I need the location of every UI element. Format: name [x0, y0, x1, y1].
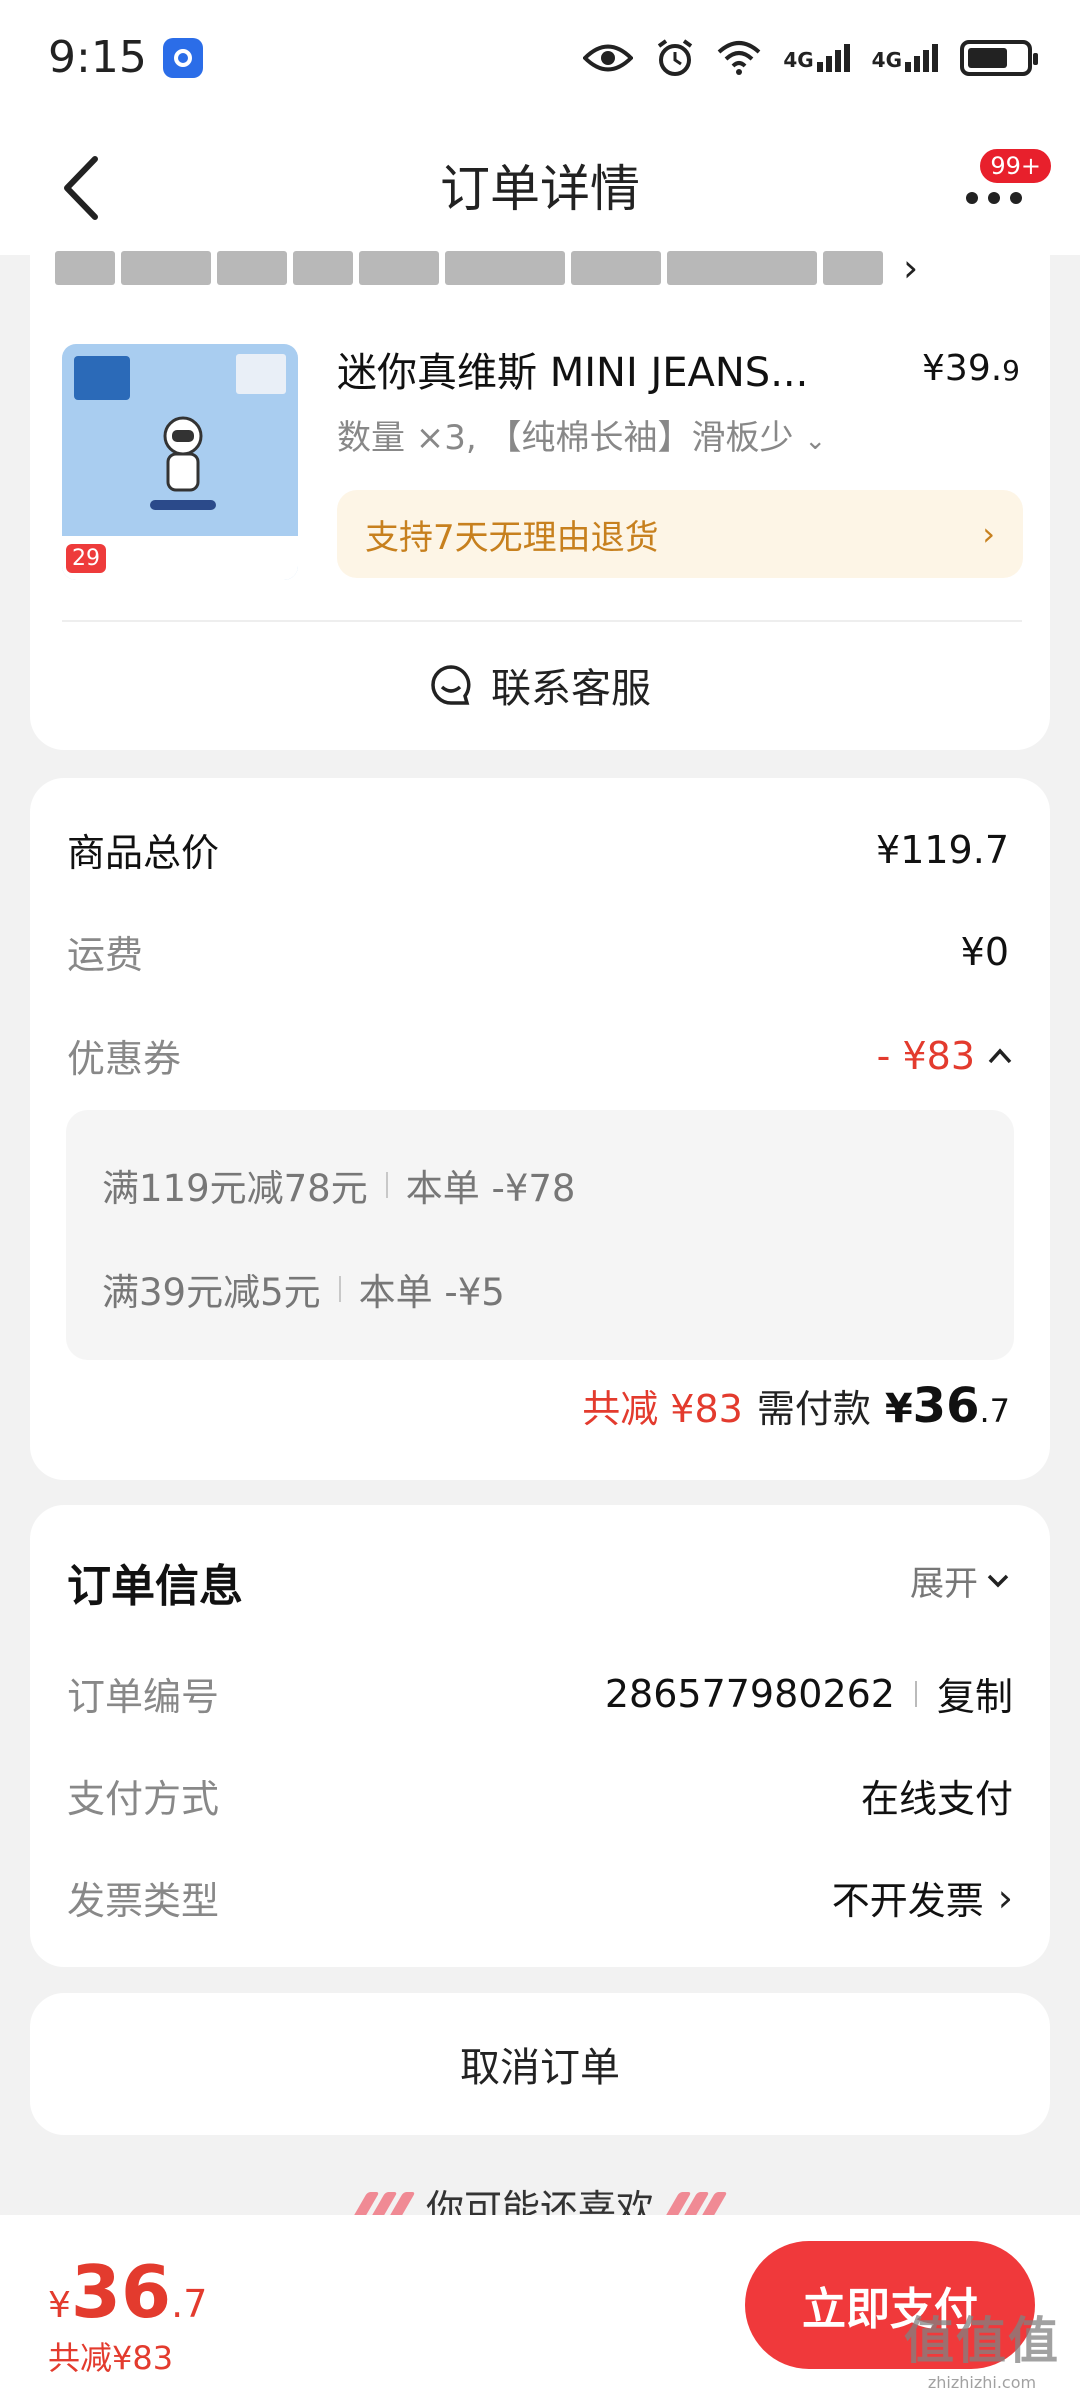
shipping-value: ¥0	[960, 929, 1009, 974]
invoice-type-row[interactable]: 发票类型 不开发票 ›	[67, 1870, 1013, 1925]
app-notification-icon	[162, 37, 203, 78]
shop-name-blurred	[55, 251, 883, 285]
invoice-type-value: 不开发票	[831, 1879, 984, 1923]
copy-button[interactable]: 复制	[937, 1666, 1013, 1721]
quality-tag	[236, 354, 286, 394]
coupon-label: 优惠券	[67, 1037, 182, 1081]
product-price: ¥39.9	[922, 348, 1020, 389]
amount-due-int: 36	[912, 1378, 980, 1434]
status-time: 9:15	[48, 32, 147, 83]
expand-label: 展开	[910, 1564, 978, 1604]
payment-method-label: 支付方式	[67, 1777, 220, 1821]
amount-due-label: 需付款	[756, 1387, 871, 1431]
refund-policy-text: 支持7天无理由退货	[365, 517, 659, 558]
invoice-type-label: 发票类型	[67, 1879, 220, 1923]
coupon-rule: 满39元减5元	[102, 1271, 321, 1314]
bottom-saving: 共减¥83	[48, 2339, 174, 2377]
wifi-icon	[717, 40, 761, 75]
total-price-value: ¥119.7	[876, 827, 1009, 872]
total-saving: 共减 ¥83	[582, 1387, 743, 1431]
coupon-detail-box: 满119元减78元 本单 -¥78 满39元减5元 本单 -¥5	[66, 1110, 1014, 1360]
bottom-price: ¥36.7	[48, 2250, 207, 2334]
cancel-order-label: 取消订单	[460, 2045, 620, 2091]
chat-smile-icon	[431, 665, 471, 705]
chevron-right-icon: ›	[997, 1875, 1013, 1920]
order-number-value: 286577980262	[604, 1671, 895, 1716]
coupon-saving: 本单 -¥5	[358, 1271, 505, 1314]
watermark-url: zhizhizhi.com	[927, 2373, 1037, 2392]
contact-service-label: 联系客服	[491, 666, 651, 712]
product-price-dec: 9	[1002, 354, 1020, 387]
brand-logo	[74, 356, 130, 400]
alarm-icon	[658, 38, 693, 76]
product-image[interactable]: 29	[62, 344, 298, 580]
network-type-label-2: 4G	[871, 47, 902, 72]
chevron-right-icon: ›	[903, 246, 919, 290]
cell-signal-icon: 4G	[783, 43, 850, 72]
chevron-down-icon	[987, 1574, 1009, 1587]
divider	[62, 620, 1022, 622]
eye-icon	[583, 44, 634, 71]
coupon-rule: 满119元减78元	[102, 1167, 368, 1210]
status-bar: 9:15 4G 4G	[0, 0, 1080, 115]
bottom-price-symbol: ¥	[48, 2285, 71, 2326]
contact-service-button[interactable]: 联系客服	[0, 650, 1080, 720]
order-number-label: 订单编号	[67, 1675, 220, 1719]
more-dots-icon	[966, 192, 1022, 204]
battery-icon	[960, 39, 1038, 76]
cancel-order-button[interactable]: 取消订单	[30, 1993, 1050, 2135]
image-price-band: 29	[62, 536, 298, 580]
product-spec[interactable]: 数量 ×3, 【纯棉长袖】滑板少 ⌄	[337, 410, 826, 459]
coupon-item: 满39元减5元 本单 -¥5	[102, 1262, 505, 1316]
page-title: 订单详情	[440, 160, 640, 218]
order-info-title: 订单信息	[67, 1561, 243, 1612]
coupon-item: 满119元减78元 本单 -¥78	[102, 1158, 575, 1212]
shipping-label: 运费	[67, 933, 144, 977]
astronaut-graphic	[150, 416, 216, 510]
total-price-label: 商品总价	[67, 831, 220, 875]
image-price-badge: 29	[66, 543, 106, 573]
product-title[interactable]: 迷你真维斯 MINI JEANS...	[337, 340, 857, 398]
back-arrow-icon[interactable]	[55, 153, 115, 223]
bottom-price-int: 36	[70, 2250, 172, 2334]
chevron-up-icon	[988, 1047, 1012, 1063]
bottom-price-dec: .7	[171, 2282, 208, 2326]
coupon-value: - ¥83	[876, 1033, 975, 1078]
refund-policy-banner[interactable]: 支持7天无理由退货 ›	[337, 490, 1023, 578]
shipping-row: 运费 ¥0	[67, 924, 1013, 979]
chevron-down-icon: ⌄	[804, 426, 827, 456]
chevron-right-icon: ›	[982, 515, 995, 553]
total-price-row: 商品总价 ¥119.7	[67, 822, 1013, 877]
payment-method-value: 在线支付	[860, 1777, 1013, 1821]
coupon-saving: 本单 -¥78	[405, 1167, 576, 1210]
expand-button[interactable]: 展开	[910, 1556, 1010, 1605]
watermark: 值值值 zhizhizhi.com	[904, 2301, 1060, 2392]
shop-name-row[interactable]: ›	[55, 240, 918, 296]
product-spec-text: 数量 ×3, 【纯棉长袖】滑板少	[337, 418, 794, 458]
watermark-text: 值值值	[904, 2312, 1060, 2370]
amount-due-dec: .7	[979, 1392, 1010, 1430]
network-type-label: 4G	[783, 47, 814, 72]
payment-summary: 共减 ¥83 需付款 ¥36.7	[582, 1378, 1010, 1434]
cell-signal-icon-2: 4G	[871, 43, 938, 72]
order-number-row: 订单编号 286577980262 复制	[67, 1666, 1013, 1721]
bottom-bar: ¥36.7 共减¥83 立即支付 值值值 zhizhizhi.com	[0, 2215, 1080, 2400]
product-price-int: ¥39.	[922, 348, 1003, 389]
coupon-row[interactable]: 优惠券 - ¥83	[67, 1028, 1013, 1083]
payment-method-row: 支付方式 在线支付	[67, 1768, 1013, 1823]
amount-due-symbol: ¥	[884, 1386, 913, 1432]
message-count-badge: 99+	[977, 146, 1054, 186]
amount-due-value: ¥36.7	[885, 1378, 1010, 1434]
divider	[914, 1680, 917, 1707]
